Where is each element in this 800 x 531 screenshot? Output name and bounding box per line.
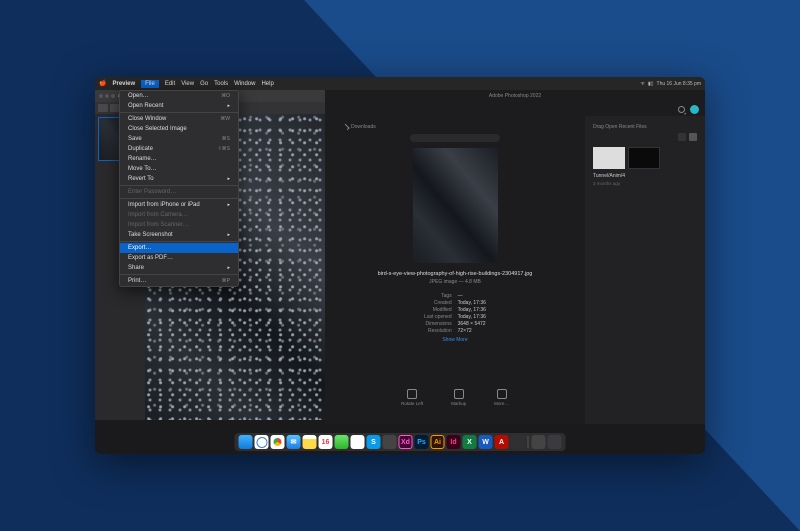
rotate-icon bbox=[407, 389, 417, 399]
dock-trash[interactable] bbox=[548, 435, 562, 449]
markup-icon bbox=[454, 389, 464, 399]
dock-vpn[interactable] bbox=[511, 435, 525, 449]
clock[interactable]: Thu 16 Jun 8:35 pm bbox=[657, 81, 701, 87]
menu-open[interactable]: Open…⌘O bbox=[120, 91, 238, 101]
dock: ✉ 16 S XdPsAiIdXWA bbox=[235, 433, 566, 451]
action-markup[interactable]: Markup bbox=[451, 389, 466, 406]
menu-rename[interactable]: Rename… bbox=[120, 154, 238, 164]
menu-open-recent[interactable]: Open Recent bbox=[120, 101, 238, 111]
menu-take-screenshot[interactable]: Take Screenshot bbox=[120, 230, 238, 240]
menu-window[interactable]: Window bbox=[234, 81, 255, 87]
file-name: bird-s-eye-view-photography-of-high-rise… bbox=[378, 271, 533, 277]
traffic-lights[interactable] bbox=[99, 94, 115, 98]
dock-finder[interactable] bbox=[239, 435, 253, 449]
menu-file[interactable]: File bbox=[141, 80, 159, 88]
action-more[interactable]: More… bbox=[494, 389, 509, 406]
menu-close-window[interactable]: Close Window⌘W bbox=[120, 114, 238, 124]
menu-help[interactable]: Help bbox=[261, 81, 273, 87]
search-icon[interactable] bbox=[678, 106, 685, 113]
menu-import-scanner: Import from Scanner… bbox=[120, 220, 238, 230]
dock-messages[interactable] bbox=[335, 435, 349, 449]
menu-close-selected[interactable]: Close Selected Image bbox=[120, 124, 238, 134]
apple-icon[interactable]: 🍎 bbox=[99, 80, 106, 87]
menu-edit[interactable]: Edit bbox=[165, 81, 175, 87]
recent-file-time: 3 months ago bbox=[593, 181, 697, 186]
dock-id[interactable]: Id bbox=[447, 435, 461, 449]
file-metadata: Tags— CreatedToday, 17:36 ModifiedToday,… bbox=[424, 293, 486, 334]
menu-export[interactable]: Export… bbox=[120, 243, 238, 253]
dock-downloads[interactable] bbox=[532, 435, 546, 449]
ps-topbar bbox=[325, 102, 705, 116]
battery-icon[interactable]: ▮▯ bbox=[648, 81, 654, 87]
file-kind: JPEG image — 4.8 MB bbox=[429, 279, 481, 285]
wifi-icon[interactable]: ᯤ bbox=[640, 81, 645, 87]
app-name[interactable]: Preview bbox=[112, 81, 135, 87]
chevron-down-icon bbox=[343, 124, 349, 130]
menubar-status: ᯤ ▮▯ Thu 16 Jun 8:35 pm bbox=[640, 81, 701, 87]
photoshop-window: Adobe Photoshop 2022 Downloads bird-s-ey… bbox=[325, 90, 705, 424]
dock-ps[interactable]: Ps bbox=[415, 435, 429, 449]
ps-titlebar[interactable]: Adobe Photoshop 2022 bbox=[325, 90, 705, 102]
avatar[interactable] bbox=[690, 105, 699, 114]
quick-actions: Rotate Left Markup More… bbox=[401, 389, 509, 416]
show-more-link[interactable]: Show More bbox=[442, 337, 467, 343]
menu-import-iphone[interactable]: Import from iPhone or iPad bbox=[120, 200, 238, 210]
list-view-icon[interactable] bbox=[689, 133, 697, 141]
menu-revert-to[interactable]: Revert To bbox=[120, 174, 238, 184]
menu-go[interactable]: Go bbox=[200, 81, 208, 87]
dock-safari[interactable] bbox=[255, 435, 269, 449]
action-rotate[interactable]: Rotate Left bbox=[401, 389, 423, 406]
ps-preview-pane: Downloads bird-s-eye-view-photography-of… bbox=[325, 116, 585, 424]
dock-ai[interactable]: Ai bbox=[431, 435, 445, 449]
dock-slack[interactable] bbox=[351, 435, 365, 449]
menu-export-pdf[interactable]: Export as PDF… bbox=[120, 253, 238, 263]
recent-file-name: Tunnel/Anim/4 bbox=[593, 173, 697, 179]
menu-enter-password: Enter Password… bbox=[120, 187, 238, 197]
grid-view-icon[interactable] bbox=[678, 133, 686, 141]
dock-excel[interactable]: X bbox=[463, 435, 477, 449]
menu-save[interactable]: Save⌘S bbox=[120, 134, 238, 144]
file-preview-image[interactable] bbox=[413, 148, 498, 263]
recent-thumb-dark[interactable] bbox=[628, 147, 660, 169]
menu-move-to[interactable]: Move To… bbox=[120, 164, 238, 174]
dock-mail[interactable]: ✉ bbox=[287, 435, 301, 449]
dock-chrome[interactable] bbox=[271, 435, 285, 449]
panel-drag-hint: Drag Open Recent Files bbox=[593, 124, 697, 130]
breadcrumb[interactable]: Downloads bbox=[345, 124, 376, 130]
more-icon bbox=[497, 389, 507, 399]
recent-thumb-row[interactable] bbox=[593, 147, 697, 169]
dock-app1[interactable] bbox=[383, 435, 397, 449]
dock-skype[interactable]: S bbox=[367, 435, 381, 449]
menu-duplicate[interactable]: Duplicate⇧⌘S bbox=[120, 144, 238, 154]
menu-tools[interactable]: Tools bbox=[214, 81, 228, 87]
menubar: 🍎 Preview File Edit View Go Tools Window… bbox=[95, 77, 705, 90]
ps-right-panel: Drag Open Recent Files Tunnel/Anim/4 3 m… bbox=[585, 116, 705, 424]
dock-notes[interactable] bbox=[303, 435, 317, 449]
recent-thumb-light[interactable] bbox=[593, 147, 625, 169]
menu-view[interactable]: View bbox=[181, 81, 194, 87]
mac-desktop: 🍎 Preview File Edit View Go Tools Window… bbox=[95, 77, 705, 454]
segmented-control[interactable] bbox=[410, 134, 500, 142]
dock-calendar[interactable]: 16 bbox=[319, 435, 333, 449]
file-menu-dropdown: Open…⌘O Open Recent Close Window⌘W Close… bbox=[119, 90, 239, 287]
dock-word[interactable]: W bbox=[479, 435, 493, 449]
dock-acrobat[interactable]: A bbox=[495, 435, 509, 449]
menu-import-camera: Import from Camera… bbox=[120, 210, 238, 220]
menu-share[interactable]: Share bbox=[120, 263, 238, 273]
dock-xd[interactable]: Xd bbox=[399, 435, 413, 449]
menu-print[interactable]: Print…⌘P bbox=[120, 276, 238, 286]
